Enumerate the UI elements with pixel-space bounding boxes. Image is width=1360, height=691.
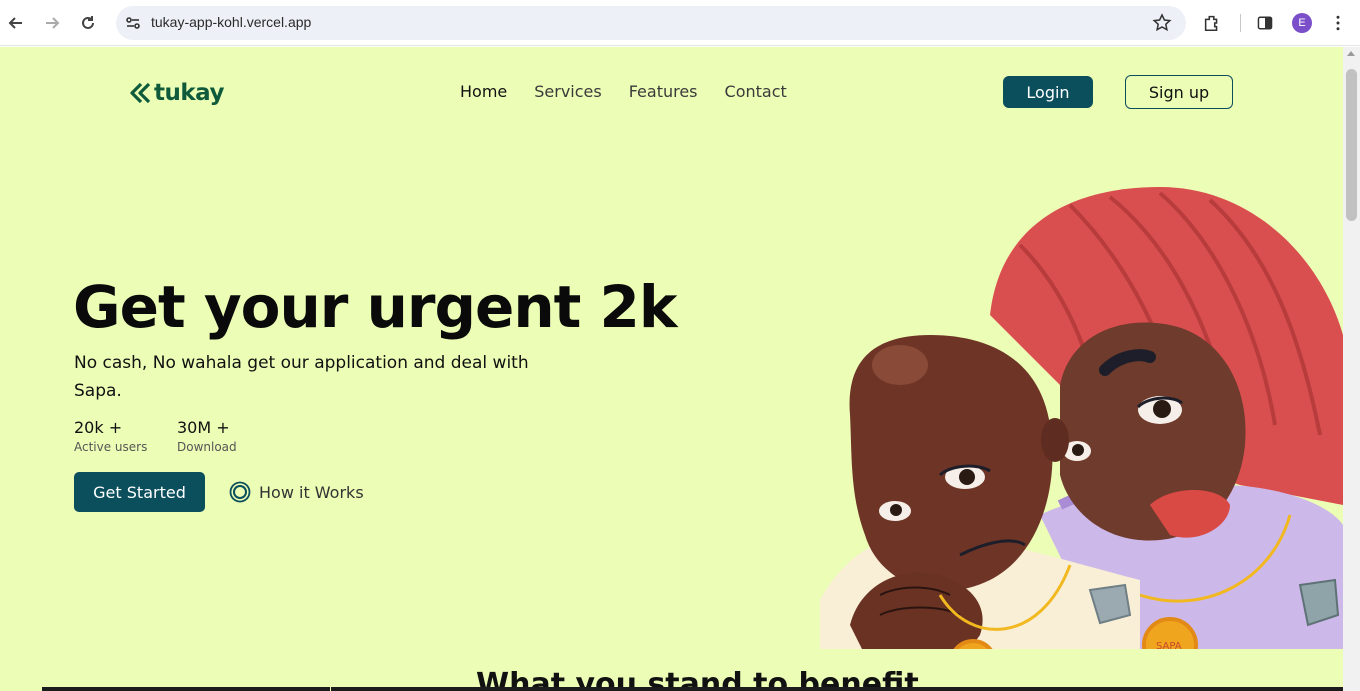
- hero-title: Get your urgent 2k: [73, 273, 677, 341]
- scroll-thumb[interactable]: [1346, 69, 1357, 221]
- brand-logo[interactable]: tukay: [128, 79, 224, 107]
- page-viewport: tukay Home Services Features Contact Log…: [0, 47, 1343, 691]
- play-ring-icon: [229, 481, 251, 503]
- star-icon[interactable]: [1152, 13, 1172, 33]
- stat-value: 30M +: [177, 418, 230, 437]
- url-text[interactable]: tukay-app-kohl.vercel.app: [151, 14, 311, 30]
- login-button[interactable]: Login: [1003, 76, 1093, 108]
- profile-avatar[interactable]: E: [1292, 13, 1312, 33]
- stat-label: Download: [177, 440, 237, 454]
- back-arrow-icon[interactable]: [4, 11, 28, 35]
- signup-button[interactable]: Sign up: [1125, 75, 1233, 109]
- medal-text: SAPA: [1156, 641, 1182, 649]
- extensions-icon[interactable]: [1201, 12, 1223, 34]
- page-scrollbar[interactable]: [1343, 47, 1360, 691]
- brand-name: tukay: [154, 80, 224, 106]
- browser-toolbar: tukay-app-kohl.vercel.app E: [0, 0, 1360, 46]
- how-it-works-link[interactable]: How it Works: [229, 481, 364, 503]
- logo-chevrons-icon: [130, 82, 151, 104]
- side-panel-icon[interactable]: [1254, 12, 1276, 34]
- get-started-button[interactable]: Get Started: [74, 472, 205, 512]
- stat-active-users: 20k + Active users: [74, 418, 147, 454]
- toolbar-divider: [1240, 14, 1241, 32]
- nav-home[interactable]: Home: [460, 82, 507, 101]
- reload-icon[interactable]: [76, 11, 100, 35]
- nav-features[interactable]: Features: [629, 82, 698, 101]
- address-bar[interactable]: tukay-app-kohl.vercel.app: [116, 6, 1186, 40]
- main-nav: Home Services Features Contact: [460, 82, 787, 101]
- stat-label: Active users: [74, 440, 148, 454]
- how-it-works-label: How it Works: [259, 482, 364, 502]
- stat-downloads: 30M + Download: [177, 418, 237, 454]
- nav-contact[interactable]: Contact: [725, 82, 787, 101]
- kebab-menu-icon[interactable]: [1327, 12, 1349, 34]
- stat-value: 20k +: [74, 418, 123, 437]
- nav-services[interactable]: Services: [534, 82, 601, 101]
- forward-arrow-icon[interactable]: [40, 11, 64, 35]
- hero-illustration: SAPA: [820, 187, 1343, 649]
- hero-subtitle: No cash, No wahala get our application a…: [74, 353, 529, 401]
- site-settings-icon[interactable]: [124, 14, 142, 32]
- scroll-up-arrow-icon[interactable]: [1347, 51, 1355, 56]
- taskbar-strip: [42, 687, 1343, 691]
